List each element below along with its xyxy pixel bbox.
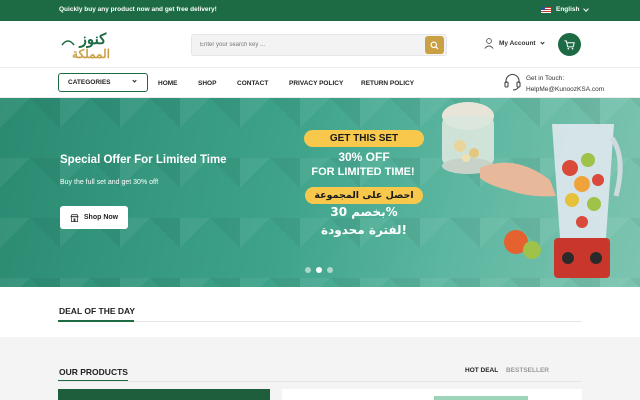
hero-title: Special Offer For Limited Time (60, 154, 227, 166)
contact-info: Get in Touch: HelpMe@KunoozKSA.com (504, 73, 604, 96)
product-image (442, 102, 623, 278)
search-button[interactable] (425, 36, 444, 54)
account-menu[interactable]: My Account (484, 38, 545, 49)
promo-arabic-limited: لفترة محدودة! (321, 223, 407, 237)
user-icon (484, 38, 494, 49)
language-selector[interactable]: English (541, 5, 590, 13)
svg-text:المملكة: المملكة (72, 47, 110, 61)
slider-dot-2[interactable] (316, 267, 322, 273)
store-icon (70, 213, 79, 222)
nav-link-return-policy[interactable]: RETURN POLICY (361, 80, 414, 87)
site-logo[interactable]: كنوز المملكة (58, 29, 128, 61)
deal-section: DEAL OF THE DAY (0, 287, 640, 337)
language-label: English (556, 6, 580, 13)
tab-hot-deal[interactable]: HOT DEAL (465, 367, 498, 374)
categories-label: CATEGORIES (68, 79, 111, 86)
shop-now-button[interactable]: Shop Now (60, 206, 128, 229)
products-divider (58, 381, 582, 382)
contact-email[interactable]: HelpMe@KunoozKSA.com (526, 84, 604, 95)
nav-link-home[interactable]: HOME (158, 80, 178, 87)
promo-limited-time: FOR LIMITED TIME! (311, 166, 415, 178)
promo-arabic-discount: بخصم 30% (330, 205, 398, 219)
flag-icon (541, 6, 551, 13)
top-bar: Quickly buy any product now and get free… (0, 0, 640, 21)
search-input[interactable] (192, 35, 424, 55)
slider-dot-3[interactable] (327, 267, 333, 273)
search-bar (191, 34, 447, 56)
deal-title: DEAL OF THE DAY (59, 306, 136, 316)
product-card[interactable] (282, 389, 582, 400)
search-icon (430, 40, 439, 50)
categories-dropdown[interactable]: CATEGORIES (58, 73, 148, 92)
main-nav: CATEGORIES HOME SHOP CONTACT PRIVACY POL… (0, 68, 640, 98)
logo-mark: كنوز المملكة (61, 30, 110, 61)
products-section: OUR PRODUCTS HOT DEAL BESTSELLER (0, 337, 640, 400)
chevron-down-icon (132, 78, 137, 83)
product-card[interactable] (58, 389, 270, 400)
hero-subtitle: Buy the full set and get 30% off! (60, 179, 159, 186)
promo-discount: 30% OFF (338, 150, 390, 164)
slider-dots (305, 267, 333, 273)
svg-text:كنوز: كنوز (79, 30, 108, 48)
cart-button[interactable] (558, 33, 581, 56)
deal-title-underline (58, 320, 134, 322)
account-label: My Account (499, 40, 536, 47)
contact-label: Get in Touch: (526, 75, 565, 82)
promo-arabic-headline: احصل على المجموعة (305, 187, 423, 204)
tab-bestseller[interactable]: BESTSELLER (506, 367, 549, 374)
nav-link-contact[interactable]: CONTACT (237, 80, 268, 87)
slider-dot-1[interactable] (305, 267, 311, 273)
nav-link-privacy-policy[interactable]: PRIVACY POLICY (289, 80, 343, 87)
headset-icon (504, 73, 521, 91)
promo-message: Quickly buy any product now and get free… (59, 6, 217, 13)
hero-banner: Special Offer For Limited Time Buy the f… (0, 98, 640, 287)
promo-headline: GET THIS SET (304, 130, 424, 147)
shop-now-label: Shop Now (83, 214, 119, 221)
chevron-down-icon (539, 40, 545, 45)
product-image (434, 396, 528, 400)
site-header: كنوز المملكة My Account (0, 21, 640, 68)
nav-link-shop[interactable]: SHOP (198, 80, 216, 87)
products-title: OUR PRODUCTS (59, 367, 128, 377)
deal-divider (58, 321, 582, 322)
chevron-down-icon (583, 5, 590, 12)
cart-icon (564, 39, 575, 50)
